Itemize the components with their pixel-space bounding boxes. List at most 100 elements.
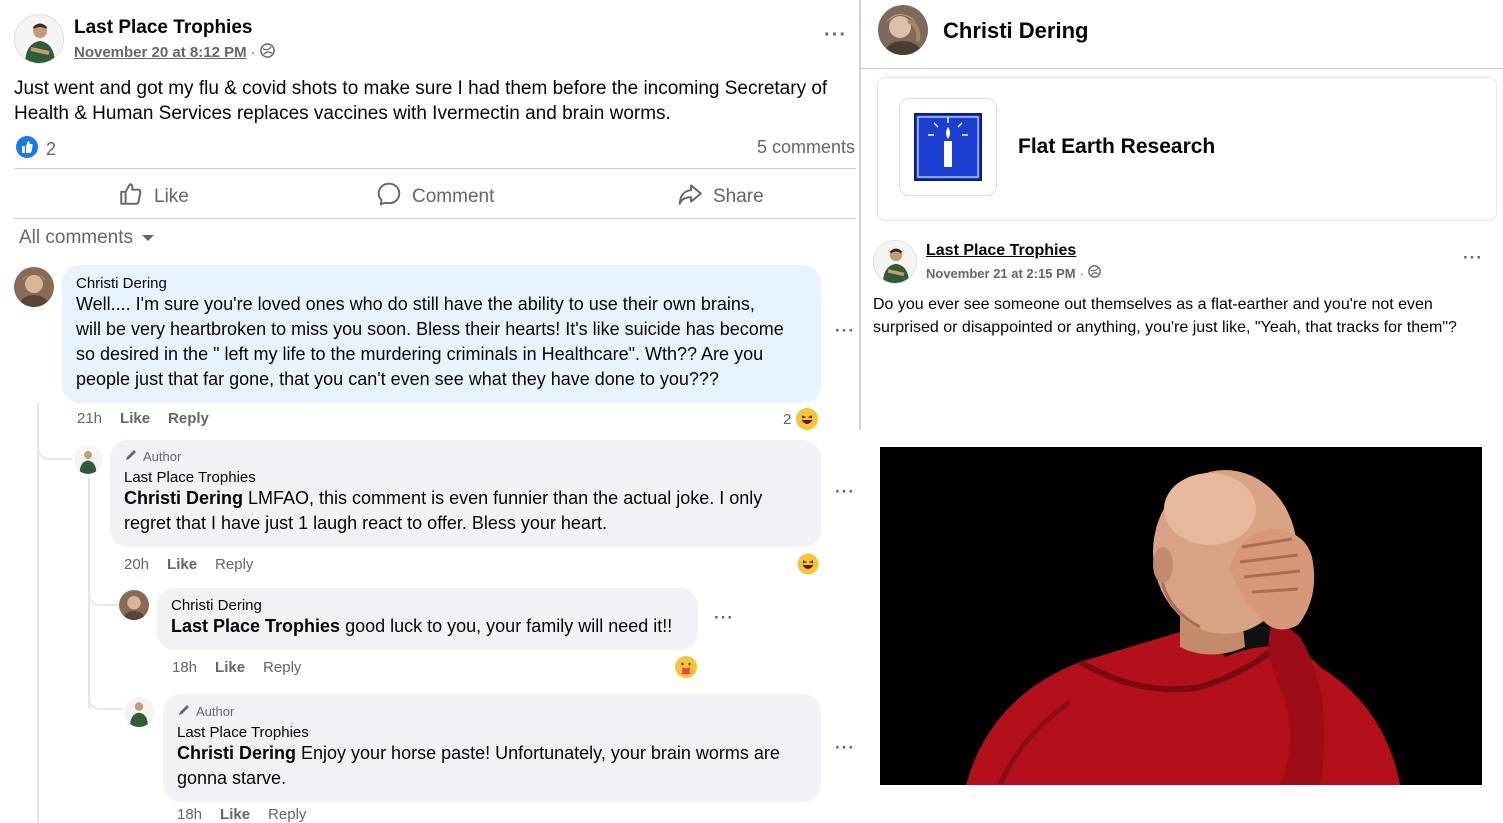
comment-options-icon[interactable]: ··· xyxy=(835,321,855,341)
author-reply-avatar[interactable] xyxy=(74,446,102,474)
comment-bubble: Author Last Place Trophies Christi Derin… xyxy=(110,440,821,547)
share-button[interactable]: Share xyxy=(677,181,764,213)
comment-reply-button[interactable]: Reply xyxy=(215,556,253,573)
comment-line: so desired in the " left my life to the … xyxy=(76,344,764,364)
divider xyxy=(14,168,856,169)
facepalm-illustration xyxy=(880,447,1482,785)
commenter-avatar[interactable] xyxy=(14,267,54,307)
share-icon xyxy=(677,181,703,213)
comment-line-text: Enjoy your horse paste! Unfortunately, y… xyxy=(296,743,780,763)
post-text-line: Health & Human Services replaces vaccine… xyxy=(14,103,671,124)
profile-avatar[interactable] xyxy=(878,5,928,55)
post2-meta: November 21 at 2:15 PM · xyxy=(926,265,1101,281)
author-badge: Author xyxy=(124,448,807,465)
comment-options-icon[interactable]: ··· xyxy=(835,738,855,758)
comment-button[interactable]: Comment xyxy=(376,181,494,213)
reaction-summary[interactable]: 2 xyxy=(16,136,56,163)
comment-line: gonna starve. xyxy=(177,768,287,788)
comment-text: Last Place Trophies good luck to you, yo… xyxy=(171,614,684,639)
comment-author[interactable]: Last Place Trophies xyxy=(124,469,807,486)
comment-text: Christi Dering LMFAO, this comment is ev… xyxy=(124,486,807,536)
comment-time[interactable]: 18h xyxy=(177,806,202,823)
comment-time[interactable]: 21h xyxy=(77,410,102,427)
care-emoji-icon[interactable] xyxy=(674,655,697,678)
post2-text: Do you ever see someone out themselves a… xyxy=(873,293,1498,339)
comment-meta: 21h Like Reply xyxy=(77,410,209,427)
comment-line: regret that I have just 1 laugh react to… xyxy=(124,513,607,533)
meta-separator: · xyxy=(250,44,256,61)
post2-options-icon[interactable]: ··· xyxy=(1463,248,1483,268)
mention-tag[interactable]: Christi Dering xyxy=(177,743,296,763)
comment-line: people just that far gone, that you can'… xyxy=(76,369,719,389)
comment-author[interactable]: Last Place Trophies xyxy=(177,724,807,741)
comment-line-text: LMFAO, this comment is even funnier than… xyxy=(243,488,763,508)
comment-like-button[interactable]: Like xyxy=(167,556,197,573)
haha-emoji-icon[interactable] xyxy=(796,408,818,430)
post-meta: November 20 at 8:12 PM · xyxy=(74,43,275,62)
comment-like-button[interactable]: Like xyxy=(215,659,245,676)
reaction-count: 2 xyxy=(46,139,57,159)
share-label: Share xyxy=(713,186,764,207)
comment-line: will be very heartbroken to miss you soo… xyxy=(76,319,784,339)
author-avatar[interactable] xyxy=(14,14,64,64)
author-badge-label: Author xyxy=(143,449,182,464)
post-options-icon[interactable]: ··· xyxy=(824,24,847,47)
post2-text-line: Do you ever see someone out themselves a… xyxy=(873,296,1433,313)
thumbs-up-icon xyxy=(118,181,144,213)
post2-timestamp[interactable]: November 21 at 2:15 PM xyxy=(926,266,1076,281)
comment-icon xyxy=(376,181,402,213)
comment-bubble: Author Last Place Trophies Christi Derin… xyxy=(163,694,821,802)
comment-like-button[interactable]: Like xyxy=(120,410,150,427)
divider xyxy=(861,68,1503,69)
comments-filter[interactable]: All comments xyxy=(19,227,155,249)
haha-emoji-icon[interactable] xyxy=(797,553,819,575)
pencil-icon xyxy=(177,703,191,720)
comment-bubble: Christi Dering Last Place Trophies good … xyxy=(157,588,698,650)
comment-options-icon[interactable]: ··· xyxy=(714,608,734,628)
comment-meta: 20h Like Reply xyxy=(124,556,253,573)
like-button[interactable]: Like xyxy=(118,181,189,213)
divider xyxy=(14,218,856,219)
profile-name[interactable]: Christi Dering xyxy=(943,18,1088,44)
post2-text-line: surprised or disappointed or anything, y… xyxy=(873,319,1457,336)
facepalm-image[interactable] xyxy=(880,447,1482,785)
comment-count[interactable]: 5 comments xyxy=(757,137,855,158)
comment-text: Christi Dering Enjoy your horse paste! U… xyxy=(177,741,807,791)
comment-text: Well.... I'm sure you're loved ones who … xyxy=(76,292,807,392)
comment-line-text: good luck to you, your family will need … xyxy=(340,616,673,636)
group-card[interactable]: Flat Earth Research xyxy=(877,77,1497,221)
thread-line xyxy=(37,403,39,823)
comment-meta: 18h Like Reply xyxy=(177,806,306,823)
comment-reply-button[interactable]: Reply xyxy=(263,659,301,676)
panel-divider xyxy=(859,0,861,430)
comment-time[interactable]: 18h xyxy=(172,659,197,676)
group-name[interactable]: Flat Earth Research xyxy=(1018,135,1215,159)
thread-elbow xyxy=(88,690,122,710)
comment-label: Comment xyxy=(412,186,495,207)
post-text-line: Just went and got my flu & covid shots t… xyxy=(14,78,828,99)
mention-tag[interactable]: Last Place Trophies xyxy=(171,616,340,636)
thread-elbow xyxy=(88,588,118,606)
comment-time[interactable]: 20h xyxy=(124,556,149,573)
comment-author[interactable]: Christi Dering xyxy=(76,275,807,292)
comments-filter-label: All comments xyxy=(19,227,134,248)
comment-options-icon[interactable]: ··· xyxy=(835,482,855,502)
comment-line: Christi Dering LMFAO, this comment is ev… xyxy=(124,486,807,511)
pencil-icon xyxy=(124,448,138,465)
like-label: Like xyxy=(154,186,189,207)
mention-tag[interactable]: Christi Dering xyxy=(124,488,243,508)
author-reply-avatar[interactable] xyxy=(124,697,154,727)
comment-like-button[interactable]: Like xyxy=(220,806,250,823)
comment-reply-button[interactable]: Reply xyxy=(268,806,306,823)
group-logo xyxy=(899,98,997,196)
commenter-avatar[interactable] xyxy=(119,590,149,620)
comment-line: Well.... I'm sure you're loved ones who … xyxy=(76,294,755,314)
post-timestamp[interactable]: November 20 at 8:12 PM xyxy=(74,44,247,61)
post2-author-name[interactable]: Last Place Trophies xyxy=(926,242,1076,260)
author-avatar[interactable] xyxy=(873,240,917,284)
comment-reply-button[interactable]: Reply xyxy=(168,410,209,427)
post-author-name[interactable]: Last Place Trophies xyxy=(74,17,252,39)
comment-author[interactable]: Christi Dering xyxy=(171,597,684,614)
comment-meta: 18h Like Reply xyxy=(172,659,301,676)
candle-icon xyxy=(914,113,982,181)
